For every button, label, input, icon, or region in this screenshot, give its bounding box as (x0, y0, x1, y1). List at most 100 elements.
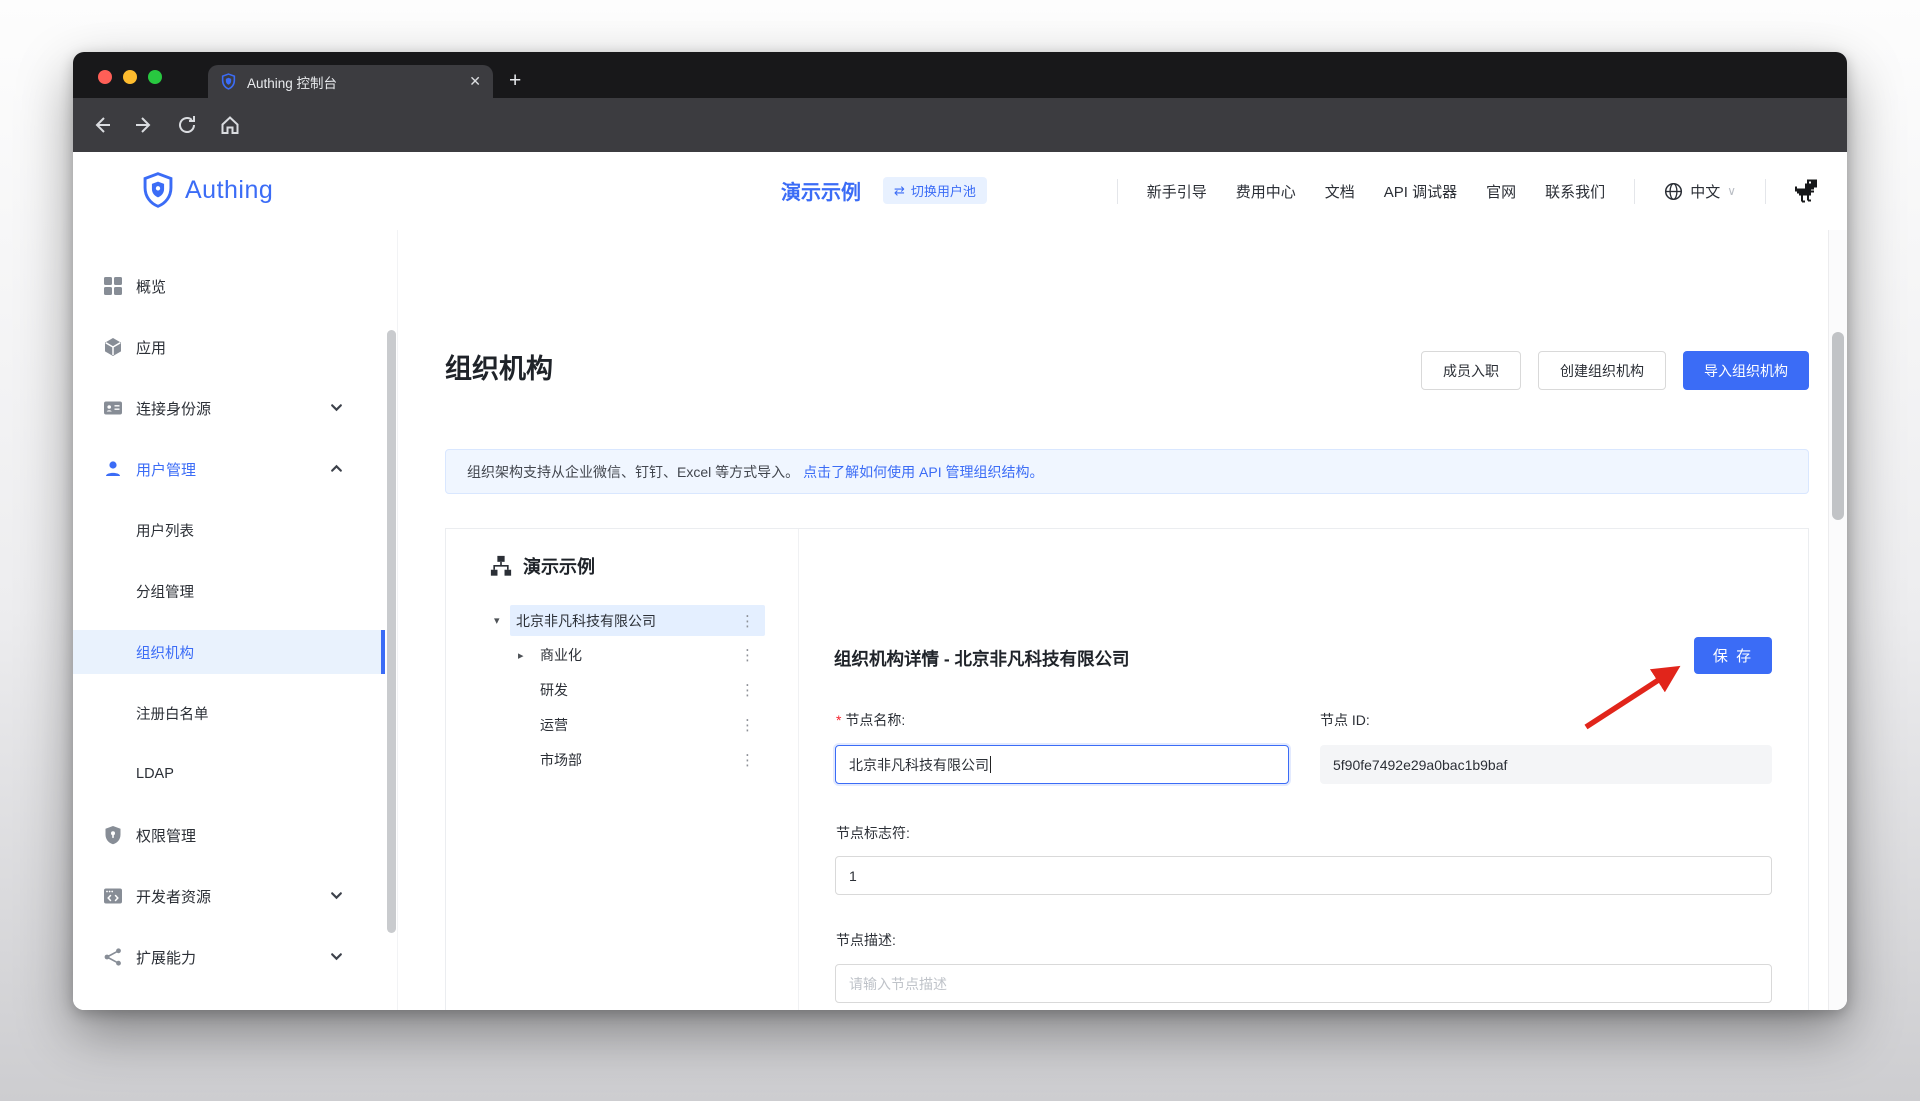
sidebar-item-partial[interactable] (73, 996, 385, 1010)
browser-toolbar: console.authing.cn/console/5f45cad3ece50… (73, 98, 1847, 152)
sidebar-item-label: 注册白名单 (136, 703, 209, 724)
sidebar-item-user-management[interactable]: 用户管理 (73, 447, 385, 491)
node-menu-icon[interactable]: ⋮ (740, 612, 765, 630)
tree-node-child[interactable]: 市场部 ⋮ (542, 745, 765, 775)
tree-node-root[interactable]: ▾ 北京非凡科技有限公司 ⋮ (510, 605, 765, 636)
tree-node-child[interactable]: ▸ 商业化 ⋮ (542, 640, 765, 670)
sidebar-menu: 概览 应用 (73, 264, 385, 1010)
node-name-value: 北京非凡科技有限公司 (849, 755, 989, 775)
brand-logo[interactable]: Authing (140, 172, 273, 208)
nav-api-debugger[interactable]: API 调试器 (1384, 181, 1457, 202)
banner-link[interactable]: 点击了解如何使用 API 管理组织结构。 (803, 462, 1043, 482)
globe-icon (1664, 182, 1683, 201)
brand-name: Authing (185, 176, 273, 205)
zoom-window-button[interactable] (148, 70, 162, 84)
tree-node-label: 研发 (540, 680, 568, 700)
node-menu-icon[interactable]: ⋮ (740, 646, 765, 664)
minimize-window-button[interactable] (123, 70, 137, 84)
tab-close-icon[interactable]: ✕ (469, 73, 481, 90)
browser-titlebar: Authing 控制台 ✕ + (73, 52, 1847, 98)
dino-avatar-icon[interactable] (1795, 179, 1819, 204)
divider (1634, 179, 1635, 204)
caret-open-icon[interactable]: ▾ (494, 614, 516, 627)
home-icon[interactable] (219, 114, 241, 136)
new-tab-button[interactable]: + (509, 68, 521, 94)
tree-node-child[interactable]: 研发 ⋮ (542, 675, 765, 705)
back-icon[interactable] (91, 114, 113, 136)
sidebar-item-developer-resources[interactable]: 开发者资源 (73, 874, 385, 918)
nav-guide[interactable]: 新手引导 (1147, 181, 1207, 202)
caret-closed-icon[interactable]: ▸ (518, 649, 540, 662)
sidebar-item-label: 分组管理 (136, 581, 194, 602)
sidebar-item-apps[interactable]: 应用 (73, 325, 385, 369)
node-identifier-label: 节点标志符: (836, 823, 910, 843)
sidebar-item-user-list[interactable]: 用户列表 (73, 508, 385, 552)
browser-tab[interactable]: Authing 控制台 ✕ (208, 65, 493, 98)
page-scrollbar-thumb[interactable] (1832, 332, 1844, 520)
node-menu-icon[interactable]: ⋮ (740, 751, 765, 769)
sidebar-item-label: LDAP (136, 766, 174, 782)
annotation-arrow (1566, 653, 1706, 738)
close-window-button[interactable] (98, 70, 112, 84)
node-menu-icon[interactable]: ⋮ (740, 716, 765, 734)
panel-divider (798, 529, 799, 1010)
sidebar-item-permission-management[interactable]: 权限管理 (73, 813, 385, 857)
import-organization-button[interactable]: 导入组织机构 (1683, 351, 1809, 390)
switch-userpool-label: 切换用户池 (911, 181, 976, 200)
nav-billing[interactable]: 费用中心 (1236, 181, 1296, 202)
node-identifier-input[interactable]: 1 (835, 856, 1772, 895)
node-id-field: 5f90fe7492e29a0bac1b9baf (1320, 745, 1772, 784)
main-content: 组织机构 成员入职 创建组织机构 导入组织机构 组织架构支持从企业微信、钉钉、E… (399, 230, 1828, 1010)
tree-node-child[interactable]: 运营 ⋮ (542, 710, 765, 740)
language-selector[interactable]: 中文 ∨ (1664, 181, 1736, 202)
sidebar-item-extension-capability[interactable]: 扩展能力 (73, 935, 385, 979)
shield-icon (103, 825, 123, 845)
nav-website[interactable]: 官网 (1486, 181, 1516, 202)
node-menu-icon[interactable]: ⋮ (740, 681, 765, 699)
sidebar-scrollbar-thumb[interactable] (387, 330, 396, 933)
sidebar-item-organization[interactable]: 组织机构 (73, 630, 385, 674)
sidebar-item-registration-whitelist[interactable]: 注册白名单 (73, 691, 385, 735)
sidebar-item-identity-sources[interactable]: 连接身份源 (73, 386, 385, 430)
switch-arrows-icon: ⇄ (894, 183, 905, 199)
id-card-icon (103, 398, 123, 418)
reload-icon[interactable] (176, 114, 198, 136)
tree-node-label: 市场部 (540, 750, 582, 770)
sidebar-item-label: 用户列表 (136, 520, 194, 541)
sidebar-item-label: 连接身份源 (136, 398, 211, 419)
share-nodes-icon (103, 947, 123, 967)
nav-contact[interactable]: 联系我们 (1545, 181, 1605, 202)
user-icon (103, 459, 123, 479)
page-scrollbar-track[interactable] (1828, 230, 1847, 1010)
userpool-name[interactable]: 演示示例 (781, 176, 861, 205)
switch-userpool-button[interactable]: ⇄ 切换用户池 (883, 177, 987, 204)
text-cursor (990, 756, 991, 773)
divider (1117, 179, 1118, 204)
member-onboarding-button[interactable]: 成员入职 (1421, 351, 1521, 390)
chevron-down-icon (330, 950, 343, 963)
sidebar-item-label: 用户管理 (136, 459, 196, 480)
sidebar-item-label: 应用 (136, 337, 166, 358)
sidebar-item-overview[interactable]: 概览 (73, 264, 385, 308)
generic-icon (103, 1008, 123, 1010)
info-banner: 组织架构支持从企业微信、钉钉、Excel 等方式导入。 点击了解如何使用 API… (445, 449, 1809, 494)
sidebar-item-label: 组织机构 (136, 642, 194, 663)
node-id-value: 5f90fe7492e29a0bac1b9baf (1333, 757, 1507, 773)
sidebar-item-group-management[interactable]: 分组管理 (73, 569, 385, 613)
create-organization-button[interactable]: 创建组织机构 (1538, 351, 1666, 390)
page-actions: 成员入职 创建组织机构 导入组织机构 (1421, 351, 1809, 390)
node-name-input[interactable]: 北京非凡科技有限公司 (835, 745, 1289, 784)
nav-docs[interactable]: 文档 (1325, 181, 1355, 202)
code-window-icon (103, 886, 123, 906)
tree-node-label: 运营 (540, 715, 568, 735)
page-title: 组织机构 (445, 347, 553, 386)
sidebar-item-ldap[interactable]: LDAP (73, 752, 385, 796)
tree-pool-title: 演示示例 (523, 553, 595, 579)
node-description-label: 节点描述: (836, 930, 896, 950)
node-description-input[interactable] (849, 976, 1758, 992)
app-header: Authing 演示示例 ⇄ 切换用户池 新手引导 费用中心 文档 API 调试… (73, 152, 1847, 230)
forward-icon[interactable] (133, 114, 155, 136)
node-name-label: 节点名称: (836, 710, 905, 730)
tab-title: Authing 控制台 (247, 72, 459, 92)
chevron-down-icon: ∨ (1727, 184, 1736, 198)
